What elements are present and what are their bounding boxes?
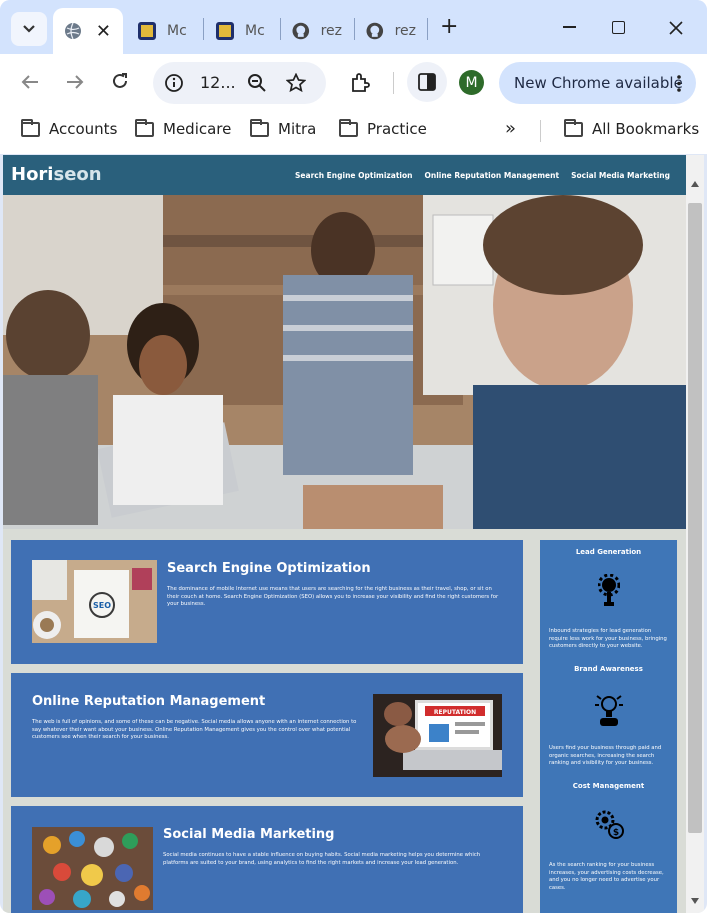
social-image bbox=[32, 827, 153, 910]
tab-label: Mc bbox=[245, 23, 265, 39]
folder-icon bbox=[21, 118, 40, 137]
lead-generation-icon bbox=[598, 574, 620, 606]
card-title: Search Engine Optimization bbox=[167, 561, 371, 576]
bookmark-label: Practice bbox=[367, 120, 427, 138]
folder-icon bbox=[339, 118, 358, 137]
tab-medicare-2[interactable]: Mc bbox=[216, 8, 271, 54]
card-text: Social media continues to have a stable … bbox=[163, 852, 481, 866]
bookmark-label: Medicare bbox=[163, 120, 232, 138]
folder-icon bbox=[135, 118, 154, 137]
tab-medicare-1[interactable]: Mc bbox=[138, 8, 193, 54]
nav-link-social[interactable]: Social Media Marketing bbox=[571, 171, 670, 180]
update-chrome-label: New Chrome available bbox=[514, 74, 683, 92]
svg-text:$: $ bbox=[613, 828, 619, 838]
scroll-up-icon[interactable] bbox=[691, 181, 699, 187]
maximize-button[interactable] bbox=[612, 21, 625, 34]
benefit-title: Lead Generation bbox=[575, 548, 642, 556]
zoom-icon[interactable] bbox=[247, 73, 267, 93]
new-tab-button[interactable]: + bbox=[440, 14, 458, 39]
scrollbar-thumb[interactable] bbox=[688, 203, 702, 833]
github-icon bbox=[292, 22, 310, 40]
card-text: The web is full of opinions, and some of… bbox=[32, 719, 357, 741]
github-icon bbox=[366, 22, 384, 40]
site-info-icon[interactable] bbox=[164, 73, 184, 93]
logo-prefix: Hori bbox=[11, 164, 54, 185]
folder-icon bbox=[564, 118, 583, 137]
bookmarks-bar: Accounts Medicare Mitra Practice » All B… bbox=[0, 110, 707, 154]
cost-management-icon: $ bbox=[595, 810, 624, 839]
folder-icon bbox=[250, 118, 269, 137]
tab-strip: ✕ Mc Mc rez rez + bbox=[0, 0, 707, 56]
card-seo: SEO Search Engine Optimization The domin… bbox=[11, 540, 523, 664]
bookmark-accounts[interactable]: Accounts bbox=[21, 118, 118, 138]
chevron-down-icon bbox=[23, 25, 35, 33]
card-title: Social Media Marketing bbox=[163, 827, 335, 842]
benefits-sidebar: Lead Generation Inbound strategies for l… bbox=[540, 540, 677, 913]
seo-image-word: SEO bbox=[93, 601, 111, 610]
side-panel-button[interactable] bbox=[407, 62, 447, 102]
tab-search-button[interactable] bbox=[11, 12, 47, 46]
tab-github-2[interactable]: rez bbox=[366, 8, 416, 54]
brand-awareness-icon bbox=[595, 695, 623, 726]
reputation-image-word: REPUTATION bbox=[434, 709, 476, 716]
side-panel-icon bbox=[418, 73, 436, 91]
browser-toolbar: 12... M New Chrome available bbox=[0, 54, 707, 110]
all-bookmarks-button[interactable]: All Bookmarks bbox=[564, 118, 700, 138]
extensions-icon[interactable] bbox=[349, 72, 371, 94]
tab-label: Mc bbox=[167, 23, 187, 39]
address-text: 12... bbox=[200, 73, 236, 92]
bookmark-practice[interactable]: Practice bbox=[339, 118, 427, 138]
card-title: Online Reputation Management bbox=[32, 694, 266, 709]
page-viewport: Horiseon Search Engine Optimization Onli… bbox=[3, 155, 686, 913]
reload-icon[interactable] bbox=[111, 72, 129, 90]
site-nav: Search Engine Optimization Online Reputa… bbox=[295, 171, 670, 180]
tab-label: rez bbox=[320, 23, 342, 39]
card-text: The dominance of mobile Internet use mea… bbox=[167, 586, 499, 608]
close-window-icon[interactable] bbox=[669, 21, 683, 35]
bookmark-label: All Bookmarks bbox=[592, 120, 700, 138]
benefit-title: Brand Awareness bbox=[574, 665, 643, 673]
browser-window: ✕ Mc Mc rez rez + 12... M New Chrome ava… bbox=[0, 0, 707, 913]
scroll-down-icon[interactable] bbox=[691, 898, 699, 904]
more-bookmarks-button[interactable]: » bbox=[505, 118, 516, 139]
site-favicon-icon bbox=[138, 22, 156, 40]
benefit-text: Users find your business through paid an… bbox=[549, 745, 662, 767]
tab-active[interactable]: ✕ bbox=[53, 8, 123, 54]
site-header: Horiseon Search Engine Optimization Onli… bbox=[3, 155, 686, 195]
globe-icon bbox=[65, 22, 81, 40]
minimize-button[interactable] bbox=[563, 26, 576, 28]
more-vert-icon bbox=[677, 75, 681, 92]
avatar[interactable]: M bbox=[459, 70, 484, 95]
bookmark-label: Accounts bbox=[49, 120, 118, 138]
bookmark-label: Mitra bbox=[278, 120, 317, 138]
update-chrome-button[interactable]: New Chrome available bbox=[499, 62, 696, 104]
site-logo[interactable]: Horiseon bbox=[11, 164, 102, 185]
tab-github-1[interactable]: rez bbox=[292, 8, 342, 54]
card-reputation: Online Reputation Management The web is … bbox=[11, 673, 523, 797]
star-bookmark-icon[interactable] bbox=[286, 73, 306, 93]
nav-link-reputation[interactable]: Online Reputation Management bbox=[424, 171, 559, 180]
back-arrow-icon[interactable] bbox=[21, 74, 39, 90]
nav-link-seo[interactable]: Search Engine Optimization bbox=[295, 171, 412, 180]
forward-arrow-icon[interactable] bbox=[66, 74, 84, 90]
address-bar[interactable]: 12... bbox=[153, 62, 326, 104]
benefit-text: As the search ranking for your business … bbox=[549, 862, 664, 891]
logo-suffix: seon bbox=[53, 164, 102, 185]
reputation-image: REPUTATION bbox=[373, 694, 502, 777]
benefit-text: Inbound strategies for lead generation r… bbox=[549, 628, 667, 650]
bookmark-medicare[interactable]: Medicare bbox=[135, 118, 232, 138]
close-icon[interactable]: ✕ bbox=[96, 21, 111, 42]
card-social: Social Media Marketing Social media cont… bbox=[11, 806, 523, 913]
seo-image: SEO bbox=[32, 560, 157, 643]
site-favicon-icon bbox=[216, 22, 234, 40]
tab-label: rez bbox=[394, 23, 416, 39]
hero-image bbox=[3, 195, 686, 529]
bookmark-mitra[interactable]: Mitra bbox=[250, 118, 317, 138]
benefit-title: Cost Management bbox=[572, 782, 645, 790]
page-scrollbar[interactable] bbox=[686, 155, 704, 913]
